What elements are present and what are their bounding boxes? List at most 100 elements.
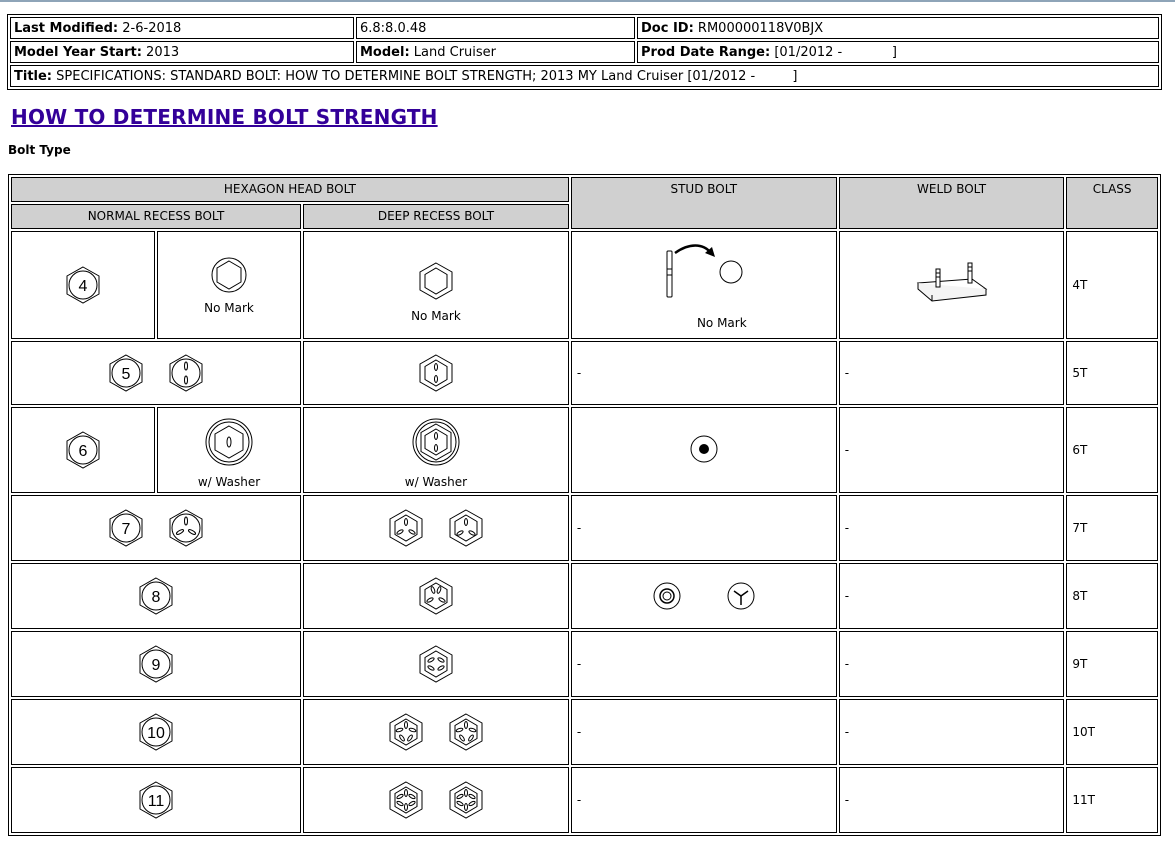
model-year-cell: Model Year Start: 2013: [10, 41, 354, 63]
deep-recess-washer-icon: [412, 418, 460, 466]
deep-recess-6-petal-icon: [389, 781, 423, 819]
model-cell: Model: Land Cruiser: [356, 41, 635, 63]
table-row: 9 - - 9T: [11, 631, 1158, 697]
stud-bolt-no-mark-icon: [666, 243, 743, 297]
hex-bolt-2-line-icon: [169, 354, 203, 392]
deep-recess-3-line-alt-icon: [449, 509, 483, 547]
no-mark-caption: No Mark: [411, 309, 461, 323]
normal-7-cell: 7: [11, 495, 301, 561]
normal-6-washer-cell: w/ Washer: [157, 407, 301, 493]
normal-5-cell: 5: [11, 341, 301, 405]
weld-4-cell: [838, 231, 1065, 339]
weld-9-cell: -: [838, 631, 1065, 697]
deep-7-cell: [303, 495, 569, 561]
table-row: 8 - 8T: [11, 563, 1158, 629]
deep-recess-5-petal-alt-icon: [449, 713, 483, 751]
weld-bolt-icon: [916, 262, 987, 302]
deep-recess-2-line-icon: [419, 354, 453, 392]
bolt-number-6: 6: [79, 443, 88, 460]
class-cell: 7T: [1066, 495, 1158, 561]
deep-recess-5-petal-icon: [389, 713, 423, 751]
page-title[interactable]: HOW TO DETERMINE BOLT STRENGTH: [11, 105, 438, 129]
stud-9-cell: -: [570, 631, 837, 697]
stud-11-cell: -: [570, 767, 837, 833]
top-border: [0, 0, 1175, 2]
table-row: 7 - - 7T: [11, 495, 1158, 561]
class-cell: 4T: [1066, 231, 1158, 339]
section-subtitle: Bolt Type: [8, 143, 71, 157]
bolt-number-5: 5: [122, 366, 131, 383]
bolt-number-7: 7: [122, 521, 131, 538]
hex-bolt-10-icon: 10: [139, 713, 173, 751]
bolt-strength-table: HEXAGON HEAD BOLT STUD BOLT WELD BOLT CL…: [8, 174, 1161, 836]
normal-10-cell: 10: [11, 699, 301, 765]
normal-4-nomark-cell: No Mark: [157, 231, 301, 339]
deep-6-washer-cell: w/ Washer: [303, 407, 569, 493]
deep-5-cell: [303, 341, 569, 405]
stud-6-cell: [570, 407, 837, 493]
no-mark-caption: No Mark: [204, 301, 254, 315]
stud-4-cell: No Mark: [570, 231, 837, 339]
weld-11-cell: -: [838, 767, 1065, 833]
stud-dot-icon: [690, 435, 718, 462]
hex-bolt-5-icon: 5: [109, 354, 143, 392]
bolt-number-10: 10: [147, 725, 165, 742]
hex-bolt-4-icon: 4: [66, 266, 100, 304]
bolt-number-9: 9: [152, 657, 161, 674]
hex-bolt-3-line-icon: [169, 509, 203, 547]
normal-11-cell: 11: [11, 767, 301, 833]
class-cell: 6T: [1066, 407, 1158, 493]
weld-5-cell: -: [838, 341, 1065, 405]
hex-bolt-9-icon: 9: [139, 645, 173, 683]
deep-recess-plain-icon: [419, 262, 453, 300]
weld-8-cell: -: [838, 563, 1065, 629]
deep-10-cell: [303, 699, 569, 765]
weld-7-cell: -: [838, 495, 1065, 561]
washer-bolt-icon: [205, 418, 253, 466]
class-cell: 8T: [1066, 563, 1158, 629]
stud-5-cell: -: [570, 341, 837, 405]
table-row: 5 - - 5T: [11, 341, 1158, 405]
class-header: CLASS: [1066, 177, 1158, 229]
hex-bolt-plain-icon: [211, 257, 247, 293]
weld-bolt-header: WELD BOLT: [838, 177, 1065, 229]
last-modified-cell: Last Modified: 2-6-2018: [10, 17, 354, 39]
hex-bolt-11-icon: 11: [139, 781, 173, 819]
normal-9-cell: 9: [11, 631, 301, 697]
class-cell: 10T: [1066, 699, 1158, 765]
weld-6-cell: -: [838, 407, 1065, 493]
hexagon-head-header: HEXAGON HEAD BOLT: [11, 177, 569, 202]
deep-recess-4-line-icon: [419, 577, 453, 615]
prod-date-cell: Prod Date Range: [01/2012 - ]: [637, 41, 1159, 63]
hex-bolt-8-icon: 8: [139, 577, 173, 615]
stud-10-cell: -: [570, 699, 837, 765]
normal-8-cell: 8: [11, 563, 301, 629]
version-cell: 6.8:8.0.48: [356, 17, 635, 39]
hex-bolt-7-icon: 7: [109, 509, 143, 547]
table-row: 6 w/ Washer w/ Washer - 6T: [11, 407, 1158, 493]
bolt-number-4: 4: [79, 278, 88, 295]
deep-4-cell: No Mark: [303, 231, 569, 339]
stud-double-circle-icon: [653, 582, 681, 610]
deep-9-cell: [303, 631, 569, 697]
deep-recess-header: DEEP RECESS BOLT: [303, 204, 569, 229]
normal-recess-header: NORMAL RECESS BOLT: [11, 204, 301, 229]
document-header: Last Modified: 2-6-2018 6.8:8.0.48 Doc I…: [7, 14, 1162, 90]
stud-bolt-header: STUD BOLT: [570, 177, 837, 229]
no-mark-caption: No Mark: [696, 315, 747, 330]
title-cell: Title: SPECIFICATIONS: STANDARD BOLT: HO…: [10, 65, 1159, 87]
deep-recess-6-petal-alt-icon: [449, 781, 483, 819]
class-cell: 9T: [1066, 631, 1158, 697]
class-cell: 5T: [1066, 341, 1158, 405]
weld-10-cell: -: [838, 699, 1065, 765]
table-row: 4 No Mark No Mark No Mark 4T: [11, 231, 1158, 339]
deep-8-cell: [303, 563, 569, 629]
deep-11-cell: [303, 767, 569, 833]
doc-id-cell: Doc ID: RM00000118V0BJX: [637, 17, 1159, 39]
table-row: 10 - - 10T: [11, 699, 1158, 765]
stud-y-mark-icon: [727, 582, 755, 610]
washer-caption: w/ Washer: [404, 475, 468, 489]
washer-caption: w/ Washer: [197, 475, 261, 489]
bolt-number-11: 11: [148, 793, 165, 810]
stud-7-cell: -: [570, 495, 837, 561]
